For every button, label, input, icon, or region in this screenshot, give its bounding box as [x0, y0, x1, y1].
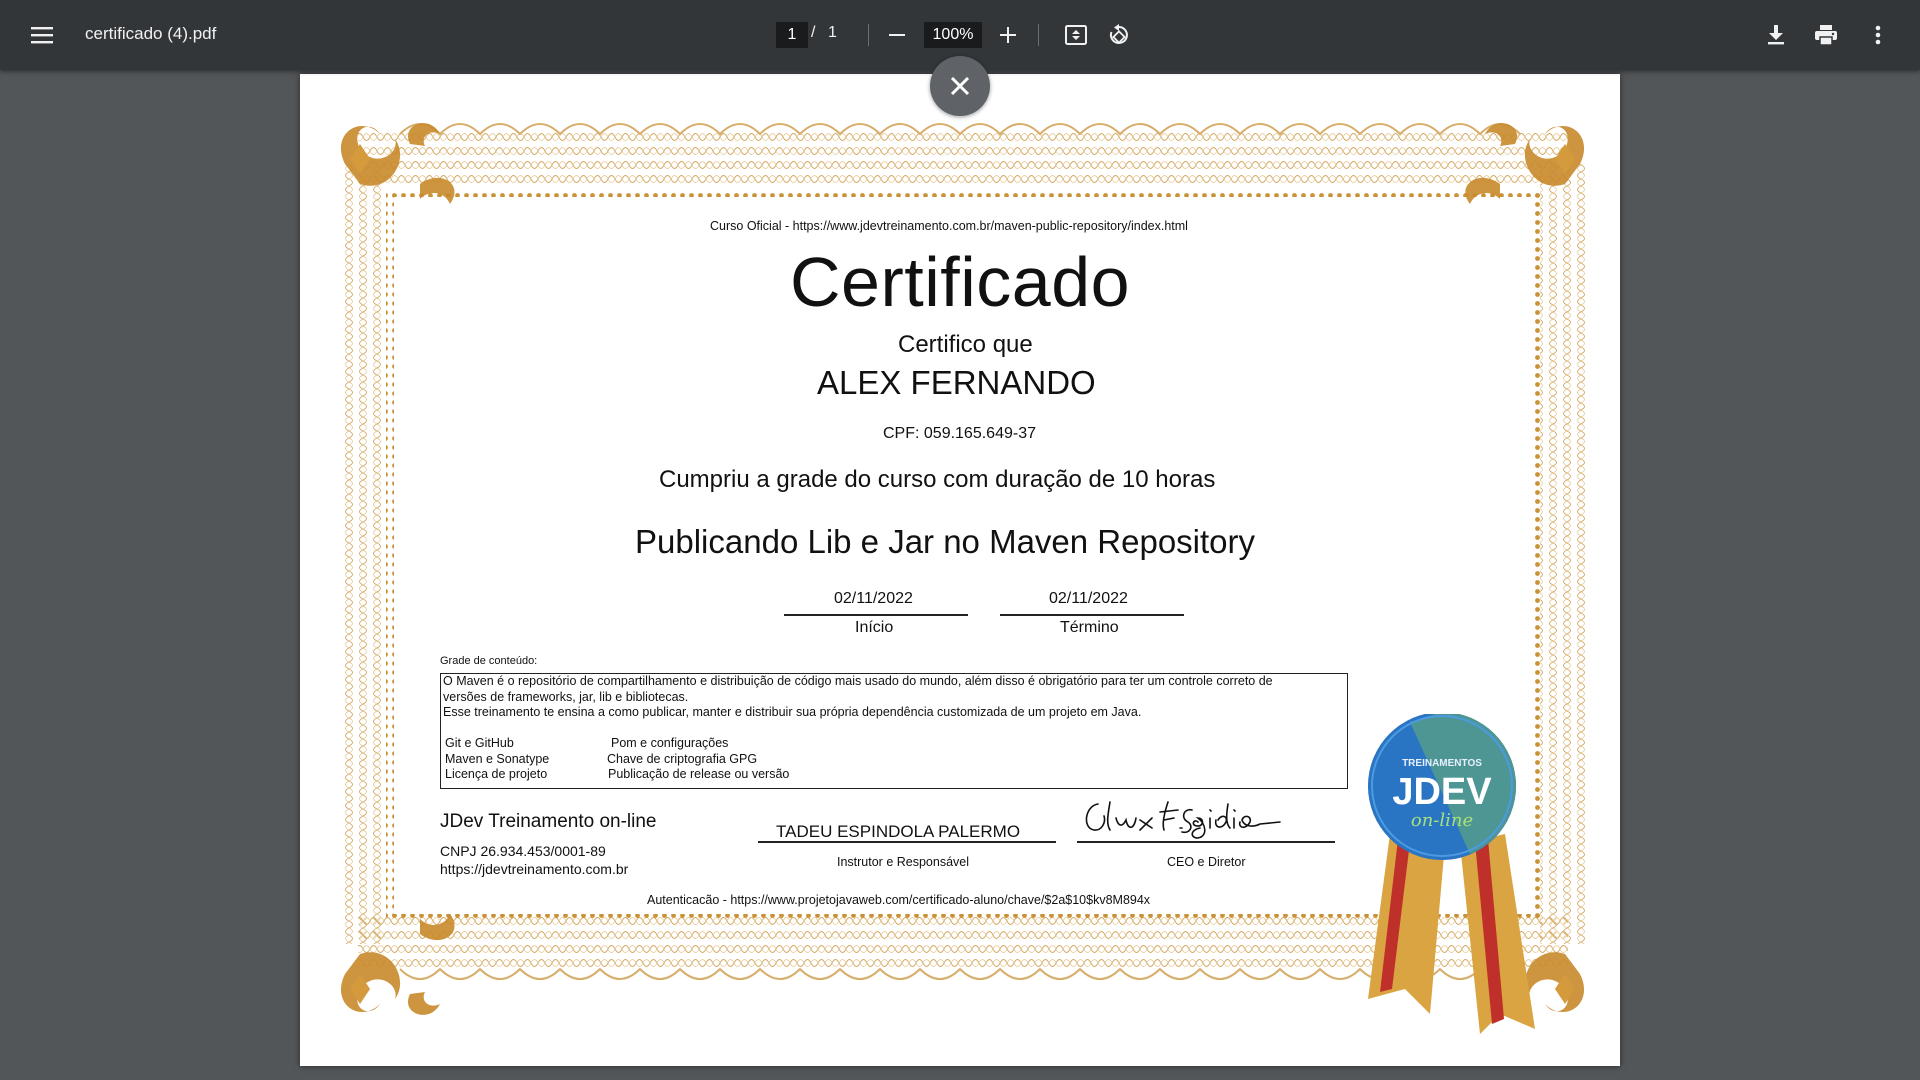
grade-line: O Maven é o repositório de compartilhame…	[443, 674, 1273, 688]
instructor-name: TADEU ESPINDOLA PALERMO	[776, 822, 1021, 841]
toolbar-divider	[1038, 24, 1039, 46]
school-name: JDev Treinamento on-line	[440, 811, 657, 832]
rotate-icon[interactable]	[1101, 17, 1137, 53]
page-number-input[interactable]: 1	[776, 22, 808, 48]
more-vert-icon[interactable]	[1860, 17, 1896, 53]
page-separator: /	[811, 24, 816, 41]
grade-content-box: O Maven é o repositório de compartilhame…	[440, 673, 1348, 789]
topic-left: Maven e Sonatype	[445, 751, 550, 766]
end-date: 02/11/2022	[1049, 590, 1128, 607]
download-icon[interactable]	[1758, 17, 1794, 53]
completion-statement: Cumpriu a grade do curso com duração de …	[659, 466, 1216, 493]
topic-left: Licença de projeto	[445, 767, 548, 781]
certifico-que: Certifico que	[898, 331, 1033, 358]
school-url: https://jdevtreinamento.com.br	[440, 861, 629, 877]
topic-right: Chave de criptografia GPG	[607, 751, 758, 766]
ceo-signature-line	[1077, 841, 1335, 843]
topic-row: Git e GitHub Pom e configurações	[443, 736, 1345, 752]
page-total: 1	[828, 24, 837, 41]
topic-row: Licença de projeto Publicação de release…	[443, 767, 1345, 783]
seal-top-text: TREINAMENTOS	[1402, 758, 1482, 769]
end-date-line	[1000, 614, 1184, 616]
start-date-line	[784, 614, 968, 616]
start-date-label: Início	[855, 619, 894, 636]
grade-line: versões de frameworks, jar, lib e biblio…	[443, 689, 689, 704]
end-date-label: Término	[1060, 619, 1119, 636]
authentication-url: Autenticacão - https://www.projetojavawe…	[647, 893, 1151, 907]
topic-row: Maven e Sonatype Chave de criptografia G…	[443, 752, 1345, 768]
grade-line: Esse treinamento te ensina a como public…	[443, 705, 1142, 719]
ceo-signature	[1085, 801, 1281, 839]
close-icon[interactable]	[930, 56, 990, 116]
minus-icon[interactable]	[880, 18, 914, 52]
toolbar-divider	[868, 24, 869, 46]
topic-left: Git e GitHub	[445, 736, 514, 750]
certificate-title: Certificado	[790, 243, 1131, 321]
fit-page-icon[interactable]	[1058, 17, 1094, 53]
topic-right: Pom e configurações	[611, 736, 729, 750]
plus-icon[interactable]	[991, 18, 1025, 52]
instructor-role: Instrutor e Responsável	[837, 855, 970, 869]
course-name: Publicando Lib e Jar no Maven Repository	[635, 523, 1256, 560]
topic-right: Publicação de release ou versão	[608, 767, 790, 781]
instructor-signature-line	[758, 841, 1056, 843]
print-icon[interactable]	[1808, 17, 1844, 53]
course-url: Curso Oficial - https://www.jdevtreiname…	[710, 219, 1188, 233]
ceo-role: CEO e Diretor	[1167, 855, 1246, 869]
grade-label: Grade de conteúdo:	[440, 655, 538, 667]
student-name: ALEX FERNANDO	[817, 364, 1096, 401]
document-title: certificado (4).pdf	[85, 24, 217, 43]
school-cnpj: CNPJ 26.934.453/0001-89	[440, 843, 606, 859]
student-cpf: CPF: 059.165.649-37	[883, 425, 1036, 442]
seal-sub-text: on-line	[1411, 810, 1473, 831]
hamburger-menu-icon[interactable]	[22, 17, 62, 53]
jdev-seal-logo: TREINAMENTOS JDEV on-line	[1368, 714, 1535, 1034]
start-date: 02/11/2022	[834, 590, 913, 607]
zoom-level-input[interactable]: 100%	[924, 22, 982, 48]
pdf-page: Curso Oficial - https://www.jdevtreiname…	[300, 74, 1620, 1066]
seal-main-text: JDEV	[1392, 771, 1492, 813]
